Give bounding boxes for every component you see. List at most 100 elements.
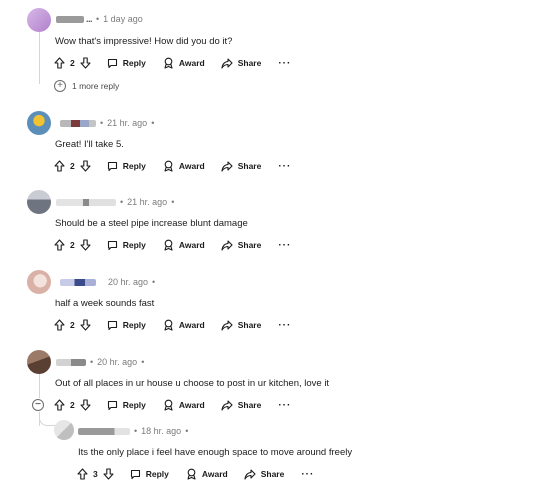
thread-line (39, 370, 40, 398)
speech-bubble-icon (107, 320, 117, 330)
avatar[interactable] (27, 350, 51, 374)
arrow-down-icon (80, 160, 91, 172)
reply-button[interactable]: Reply (107, 320, 146, 331)
downvote-button[interactable] (80, 319, 91, 331)
award-button[interactable]: Award (163, 399, 205, 411)
award-ribbon-icon (187, 468, 196, 480)
speech-bubble-icon (107, 161, 117, 171)
comment-actions: 2 Reply Award Share ··· (54, 157, 291, 175)
timestamp[interactable]: 21 hr. ago (127, 197, 167, 207)
upvote-button[interactable] (54, 57, 65, 69)
arrow-up-icon (54, 57, 65, 69)
more-options-button[interactable]: ··· (278, 240, 291, 251)
timestamp[interactable]: 20 hr. ago (108, 277, 148, 287)
comment-text: Should be a steel pipe increase blunt da… (55, 218, 248, 229)
arrow-down-icon (103, 468, 114, 480)
downvote-button[interactable] (103, 468, 114, 480)
share-arrow-icon (244, 468, 256, 480)
upvote-button[interactable] (77, 468, 88, 480)
plus-circle-icon: + (54, 80, 66, 92)
timestamp[interactable]: 21 hr. ago (107, 118, 147, 128)
comment-meta: • 21 hr. ago • (56, 192, 178, 212)
award-button[interactable]: Award (163, 239, 205, 251)
avatar[interactable] (27, 190, 51, 214)
avatar[interactable] (27, 270, 51, 294)
avatar[interactable] (27, 111, 51, 135)
comment-meta: 20 hr. ago • (60, 272, 159, 292)
award-button[interactable]: Award (163, 319, 205, 331)
comment-actions: − 2 Reply Award Share ··· (32, 396, 291, 414)
share-arrow-icon (221, 399, 233, 411)
more-replies-link[interactable]: + 1 more reply (54, 80, 119, 92)
comment-actions: 2 Reply Award Share ··· (54, 54, 291, 72)
collapse-thread-button[interactable]: − (32, 399, 44, 411)
avatar[interactable] (54, 420, 74, 440)
downvote-button[interactable] (80, 399, 91, 411)
username-redacted[interactable] (56, 15, 84, 23)
username-redacted[interactable] (60, 119, 96, 127)
award-ribbon-icon (164, 239, 173, 251)
more-options-button[interactable]: ··· (278, 58, 291, 69)
share-button[interactable]: Share (221, 239, 261, 251)
award-button[interactable]: Award (163, 57, 205, 69)
comment-text: Wow that's impressive! How did you do it… (55, 36, 233, 47)
comment-meta: • 18 hr. ago • (78, 421, 192, 441)
timestamp[interactable]: 1 day ago (103, 14, 143, 24)
avatar[interactable] (27, 8, 51, 32)
more-options-button[interactable]: ··· (278, 161, 291, 172)
award-ribbon-icon (164, 399, 173, 411)
comment-text: half a week sounds fast (55, 298, 155, 309)
vote-count: 2 (70, 58, 75, 68)
speech-bubble-icon (107, 240, 117, 250)
comment-text: Great! I'll take 5. (55, 139, 124, 150)
comment-actions: 2 Reply Award Share ··· (54, 316, 291, 334)
username-redacted[interactable] (56, 358, 86, 366)
award-button[interactable]: Award (186, 468, 228, 480)
arrow-down-icon (80, 57, 91, 69)
upvote-button[interactable] (54, 319, 65, 331)
more-options-button[interactable]: ··· (301, 469, 314, 480)
award-button[interactable]: Award (163, 160, 205, 172)
vote-count: 3 (93, 469, 98, 479)
arrow-up-icon (77, 468, 88, 480)
share-button[interactable]: Share (244, 468, 284, 480)
comment-actions: 3 Reply Award Share ··· (77, 465, 314, 483)
more-options-button[interactable]: ··· (278, 320, 291, 331)
speech-bubble-icon (130, 469, 140, 479)
username-redacted[interactable] (56, 198, 116, 206)
arrow-down-icon (80, 239, 91, 251)
reply-button[interactable]: Reply (107, 58, 146, 69)
speech-bubble-icon (107, 400, 117, 410)
downvote-button[interactable] (80, 160, 91, 172)
comment-meta: ... • 1 day ago (56, 9, 143, 29)
arrow-down-icon (80, 399, 91, 411)
username[interactable]: ... (86, 14, 93, 24)
share-button[interactable]: Share (221, 399, 261, 411)
upvote-button[interactable] (54, 239, 65, 251)
timestamp[interactable]: 20 hr. ago (97, 357, 137, 367)
reply-button[interactable]: Reply (107, 400, 146, 411)
award-ribbon-icon (164, 57, 173, 69)
downvote-button[interactable] (80, 57, 91, 69)
upvote-button[interactable] (54, 160, 65, 172)
award-ribbon-icon (164, 160, 173, 172)
downvote-button[interactable] (80, 239, 91, 251)
share-button[interactable]: Share (221, 57, 261, 69)
vote-count: 2 (70, 240, 75, 250)
minus-circle-icon: − (35, 399, 41, 410)
comment-meta: • 20 hr. ago • (56, 352, 148, 372)
share-button[interactable]: Share (221, 319, 261, 331)
username-redacted[interactable] (60, 278, 96, 286)
upvote-button[interactable] (54, 399, 65, 411)
share-arrow-icon (221, 160, 233, 172)
share-arrow-icon (221, 319, 233, 331)
comment-text: Out of all places in ur house u choose t… (55, 378, 330, 389)
more-options-button[interactable]: ··· (278, 400, 291, 411)
reply-button[interactable]: Reply (107, 240, 146, 251)
share-button[interactable]: Share (221, 160, 261, 172)
reply-button[interactable]: Reply (107, 161, 146, 172)
username-redacted[interactable] (78, 427, 130, 435)
timestamp[interactable]: 18 hr. ago (141, 426, 181, 436)
reply-button[interactable]: Reply (130, 469, 169, 480)
speech-bubble-icon (107, 58, 117, 68)
